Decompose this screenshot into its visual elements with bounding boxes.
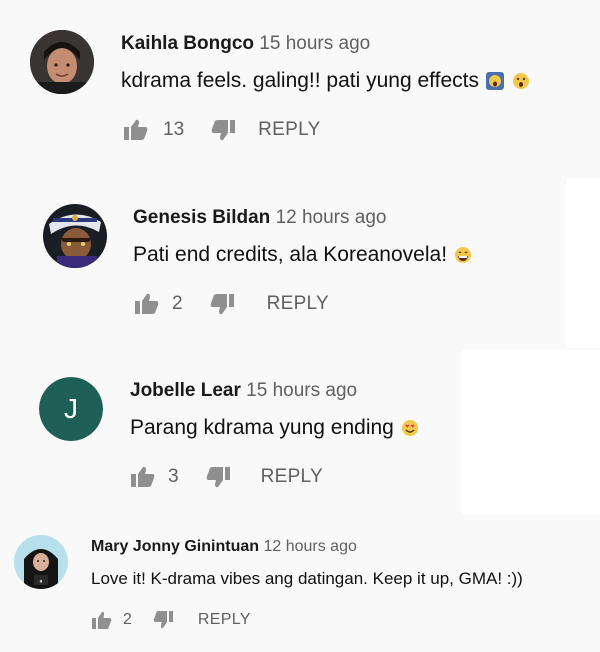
comment-author[interactable]: Jobelle Lear 15 hours ago — [130, 380, 357, 402]
comment-timestamp[interactable]: 12 hours ago — [276, 207, 387, 228]
comment-body: Parang kdrama yung ending — [130, 416, 394, 439]
avatar[interactable] — [30, 30, 94, 94]
reply-button[interactable]: REPLY — [261, 466, 323, 488]
thumbs-up-icon[interactable] — [130, 465, 156, 489]
comment-timestamp[interactable]: 15 hours ago — [246, 380, 357, 401]
comment-author[interactable]: Kaihla Bongco 15 hours ago — [121, 33, 370, 55]
author-name[interactable]: Genesis Bildan — [133, 207, 270, 228]
author-name[interactable]: Jobelle Lear — [130, 380, 241, 401]
comment-timestamp[interactable]: 15 hours ago — [259, 33, 370, 54]
comment-text: kdrama feels. galing!! pati yung effects — [121, 69, 531, 93]
comment-timestamp[interactable]: 12 hours ago — [263, 538, 356, 555]
avatar-letter: J — [64, 393, 78, 424]
avatar[interactable] — [43, 204, 107, 268]
comment-actions: 2 REPLY — [91, 610, 251, 630]
avatar-photo — [43, 204, 107, 268]
smiling-face-heart-eyes-emoji — [401, 420, 418, 437]
avatar-letter-background: J — [39, 377, 103, 441]
avatar-photo — [30, 30, 94, 94]
comment-text: Pati end credits, ala Koreanovela! — [133, 243, 473, 267]
like-count: 3 — [168, 466, 179, 487]
like-count: 13 — [163, 119, 185, 140]
avatar-photo: ♦ — [14, 535, 68, 589]
comment-author[interactable]: Mary Jonny Ginintuan 12 hours ago — [91, 538, 357, 556]
thumbs-up-icon[interactable] — [134, 292, 160, 316]
screaming-face-emoji — [485, 72, 504, 91]
thumbs-down-icon[interactable] — [205, 465, 231, 489]
reply-button[interactable]: REPLY — [198, 611, 251, 629]
comment-body: Love it! K-drama vibes ang datingan. Kee… — [91, 569, 523, 588]
avatar[interactable]: ♦ — [14, 535, 68, 589]
like-count: 2 — [123, 611, 132, 628]
like-count: 2 — [172, 293, 183, 314]
thumbs-down-icon[interactable] — [209, 292, 235, 316]
author-name[interactable]: Kaihla Bongco — [121, 33, 254, 54]
thumbs-down-icon[interactable] — [152, 610, 174, 630]
astonished-face-emoji — [512, 73, 529, 90]
thumbs-down-icon[interactable] — [210, 118, 236, 142]
svg-text:♦: ♦ — [39, 579, 43, 585]
comment-body: kdrama feels. galing!! pati yung effects — [121, 69, 479, 92]
author-name[interactable]: Mary Jonny Ginintuan — [91, 538, 259, 555]
thumbs-up-icon[interactable] — [91, 610, 113, 630]
background-patch — [462, 350, 600, 514]
comment-actions: 13 REPLY — [123, 118, 321, 142]
background-patch — [566, 178, 600, 348]
comment-text: Love it! K-drama vibes ang datingan. Kee… — [91, 569, 523, 589]
avatar[interactable]: J — [39, 377, 103, 441]
comment-actions: 3 REPLY — [130, 465, 323, 489]
reply-button[interactable]: REPLY — [258, 119, 320, 141]
reply-button[interactable]: REPLY — [267, 293, 329, 315]
comment-text: Parang kdrama yung ending — [130, 416, 420, 440]
comment-actions: 2 REPLY — [134, 292, 329, 316]
grinning-face-emoji — [454, 247, 471, 264]
thumbs-up-icon[interactable] — [123, 118, 149, 142]
comment-body: Pati end credits, ala Koreanovela! — [133, 243, 448, 266]
comment-author[interactable]: Genesis Bildan 12 hours ago — [133, 207, 386, 229]
